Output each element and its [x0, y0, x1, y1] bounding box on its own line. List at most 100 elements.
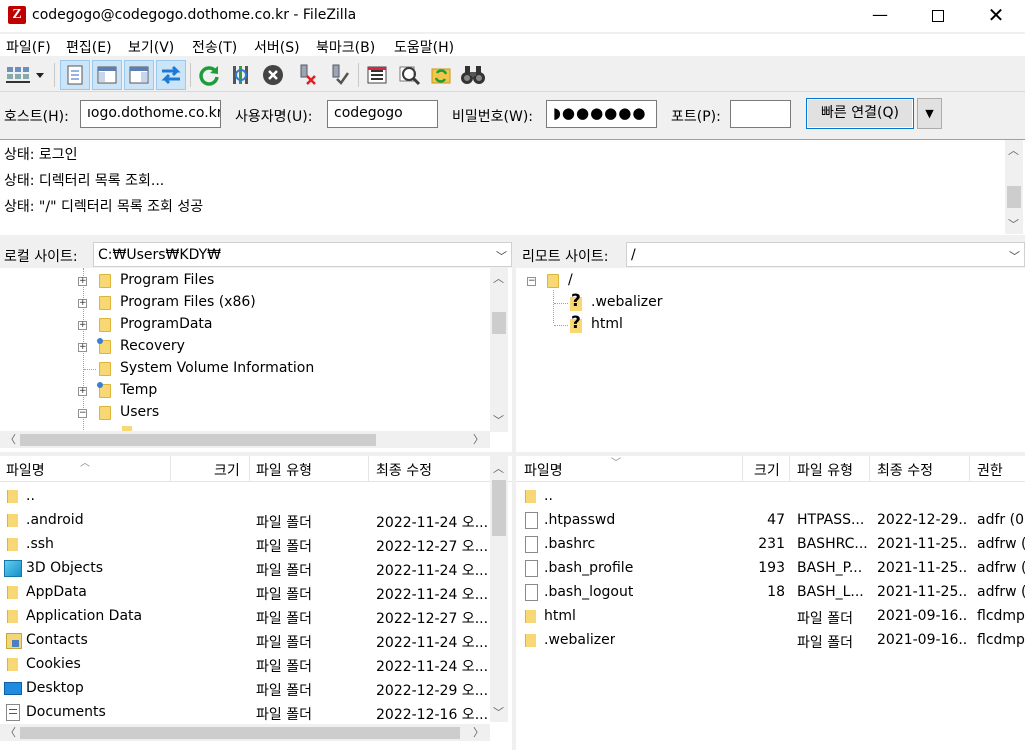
tree-item-temp[interactable]: + Temp	[0, 380, 490, 402]
list-item[interactable]: ..	[516, 485, 1025, 509]
list-item[interactable]: .webalizer 파일 폴더 2021-09-16... flcdmp	[516, 629, 1025, 653]
quickconnect-button[interactable]: 빠른 연결(Q)	[806, 98, 914, 129]
local-tree-hscroll[interactable]: 〈 〉	[0, 431, 490, 448]
tree-item-html[interactable]: ? html	[516, 313, 1006, 336]
tree-item-program-files[interactable]: + Program Files	[0, 270, 490, 292]
reconnect-button[interactable]	[324, 60, 354, 90]
list-item[interactable]: html 파일 폴더 2021-09-16... flcdmp	[516, 605, 1025, 629]
column-header-permissions[interactable]: 권한	[977, 460, 1003, 480]
expand-icon[interactable]: +	[78, 299, 87, 308]
scroll-left-icon[interactable]: 〈	[2, 724, 19, 741]
username-input[interactable]: codegogo	[327, 100, 438, 128]
column-header-modified[interactable]: 최종 수정	[877, 460, 933, 480]
search-remote-files-button[interactable]	[458, 60, 488, 90]
list-item[interactable]: .bash_profile 193 BASH_P... 2021-11-25..…	[516, 557, 1025, 581]
expand-icon[interactable]: +	[78, 387, 87, 396]
chevron-down-icon[interactable]: ﹀	[496, 248, 507, 264]
disconnect-button[interactable]	[292, 60, 322, 90]
tree-item-webalizer[interactable]: ? .webalizer	[516, 291, 1006, 314]
quickconnect-dropdown-button[interactable]: ▼	[917, 98, 942, 129]
site-manager-button[interactable]	[2, 60, 48, 90]
tree-item-programdata[interactable]: + ProgramData	[0, 314, 490, 336]
process-queue-button[interactable]	[226, 60, 256, 90]
remote-path-input[interactable]: / ﹀	[626, 242, 1025, 267]
compare-directories-button[interactable]	[394, 60, 424, 90]
column-header-type[interactable]: 파일 유형	[256, 460, 312, 480]
scroll-left-icon[interactable]: 〈	[2, 431, 19, 448]
list-item[interactable]: Contacts 파일 폴더 2022-11-24 오...	[0, 629, 512, 653]
toggle-message-log-button[interactable]	[60, 60, 90, 90]
port-label: 포트(P):	[671, 109, 721, 125]
column-header-modified[interactable]: 최종 수정	[376, 460, 432, 480]
local-tree-vscroll[interactable]: ︿ ﹀	[490, 268, 508, 432]
tree-item-program-files-x86[interactable]: + Program Files (x86)	[0, 292, 490, 314]
refresh-button[interactable]	[194, 60, 224, 90]
tree-item-root[interactable]: − /	[516, 270, 1006, 292]
scroll-down-icon[interactable]: ﹀	[490, 704, 507, 721]
list-item[interactable]: Application Data 파일 폴더 2022-12-27 오...	[0, 605, 512, 629]
expand-icon[interactable]: +	[78, 321, 87, 330]
scroll-right-icon[interactable]: 〉	[470, 431, 487, 448]
list-item[interactable]: AppData 파일 폴더 2022-11-24 오...	[0, 581, 512, 605]
list-item[interactable]: ..	[0, 485, 512, 509]
directory-filter-button[interactable]	[362, 60, 392, 90]
scroll-down-icon[interactable]: ﹀	[490, 412, 507, 429]
list-item[interactable]: .bash_logout 18 BASH_L... 2021-11-25... …	[516, 581, 1025, 605]
search-compare-icon	[399, 66, 421, 86]
expand-icon[interactable]: +	[78, 343, 87, 352]
menu-file[interactable]: 파일(F)	[6, 37, 51, 57]
local-path-input[interactable]: C:₩Users₩KDY₩ ﹀	[93, 242, 512, 267]
chevron-down-icon[interactable]: ﹀	[1009, 248, 1020, 264]
menu-edit[interactable]: 편집(E)	[66, 37, 112, 57]
expand-icon[interactable]: +	[78, 277, 87, 286]
local-list-hscroll[interactable]: 〈 〉	[0, 724, 490, 741]
column-header-size[interactable]: 크기	[214, 460, 240, 480]
local-list-vscroll[interactable]: ︿ ﹀	[490, 456, 508, 722]
log-scrollbar[interactable]: ︿ ﹀	[1005, 140, 1023, 234]
collapse-icon[interactable]: −	[78, 409, 87, 418]
scroll-thumb[interactable]	[492, 480, 506, 536]
list-item[interactable]: .bashrc 231 BASHRC... 2021-11-25... adfr…	[516, 533, 1025, 557]
minimize-button[interactable]: —	[851, 0, 909, 32]
password-input[interactable]: ◗●●●●●●	[546, 100, 657, 128]
column-header-size[interactable]: 크기	[754, 460, 780, 480]
tree-item-recovery[interactable]: + Recovery	[0, 336, 490, 358]
scroll-thumb[interactable]	[20, 727, 460, 739]
maximize-button[interactable]	[909, 0, 967, 32]
list-item[interactable]: Desktop 파일 폴더 2022-12-29 오...	[0, 677, 512, 701]
menu-bookmarks[interactable]: 북마크(B)	[316, 37, 375, 57]
column-header-type[interactable]: 파일 유형	[797, 460, 853, 480]
scroll-thumb[interactable]	[20, 434, 376, 446]
list-item[interactable]: Documents 파일 폴더 2022-12-16 오...	[0, 701, 512, 725]
toggle-transfer-queue-button[interactable]	[156, 60, 186, 90]
scroll-right-icon[interactable]: 〉	[470, 724, 487, 741]
menu-transfer[interactable]: 전송(T)	[192, 37, 237, 57]
toggle-remote-tree-button[interactable]	[124, 60, 154, 90]
list-item[interactable]: .android 파일 폴더 2022-11-24 오...	[0, 509, 512, 533]
window-title: codegogo@codegogo.dothome.co.kr - FileZi…	[32, 7, 357, 23]
column-header-filename[interactable]: 파일명	[524, 460, 563, 480]
scroll-up-icon[interactable]: ︿	[1005, 142, 1022, 159]
scroll-thumb[interactable]	[1007, 186, 1021, 208]
sync-browsing-button[interactable]	[426, 60, 456, 90]
port-input[interactable]	[730, 100, 791, 128]
list-item[interactable]: .ssh 파일 폴더 2022-12-27 오...	[0, 533, 512, 557]
toggle-local-tree-button[interactable]	[92, 60, 122, 90]
list-item[interactable]: .htpasswd 47 HTPASS... 2022-12-29... adf…	[516, 509, 1025, 533]
scroll-down-icon[interactable]: ﹀	[1005, 216, 1022, 233]
scroll-thumb[interactable]	[492, 312, 506, 334]
host-input[interactable]: ıogo.dothome.co.kr	[80, 100, 221, 128]
tree-item-system-volume-information[interactable]: System Volume Information	[0, 358, 490, 380]
list-item[interactable]: Cookies 파일 폴더 2022-11-24 오...	[0, 653, 512, 677]
list-item[interactable]: 3D Objects 파일 폴더 2022-11-24 오...	[0, 557, 512, 581]
scroll-up-icon[interactable]: ︿	[490, 460, 507, 477]
menu-view[interactable]: 보기(V)	[128, 37, 174, 57]
collapse-icon[interactable]: −	[527, 277, 536, 286]
scroll-up-icon[interactable]: ︿	[490, 270, 507, 287]
column-header-filename[interactable]: 파일명	[6, 460, 45, 480]
close-button[interactable]: ✕	[967, 0, 1025, 32]
cancel-operation-button[interactable]	[258, 60, 288, 90]
menu-help[interactable]: 도움말(H)	[394, 37, 454, 57]
tree-item-users[interactable]: − Users	[0, 402, 490, 424]
menu-server[interactable]: 서버(S)	[254, 37, 300, 57]
